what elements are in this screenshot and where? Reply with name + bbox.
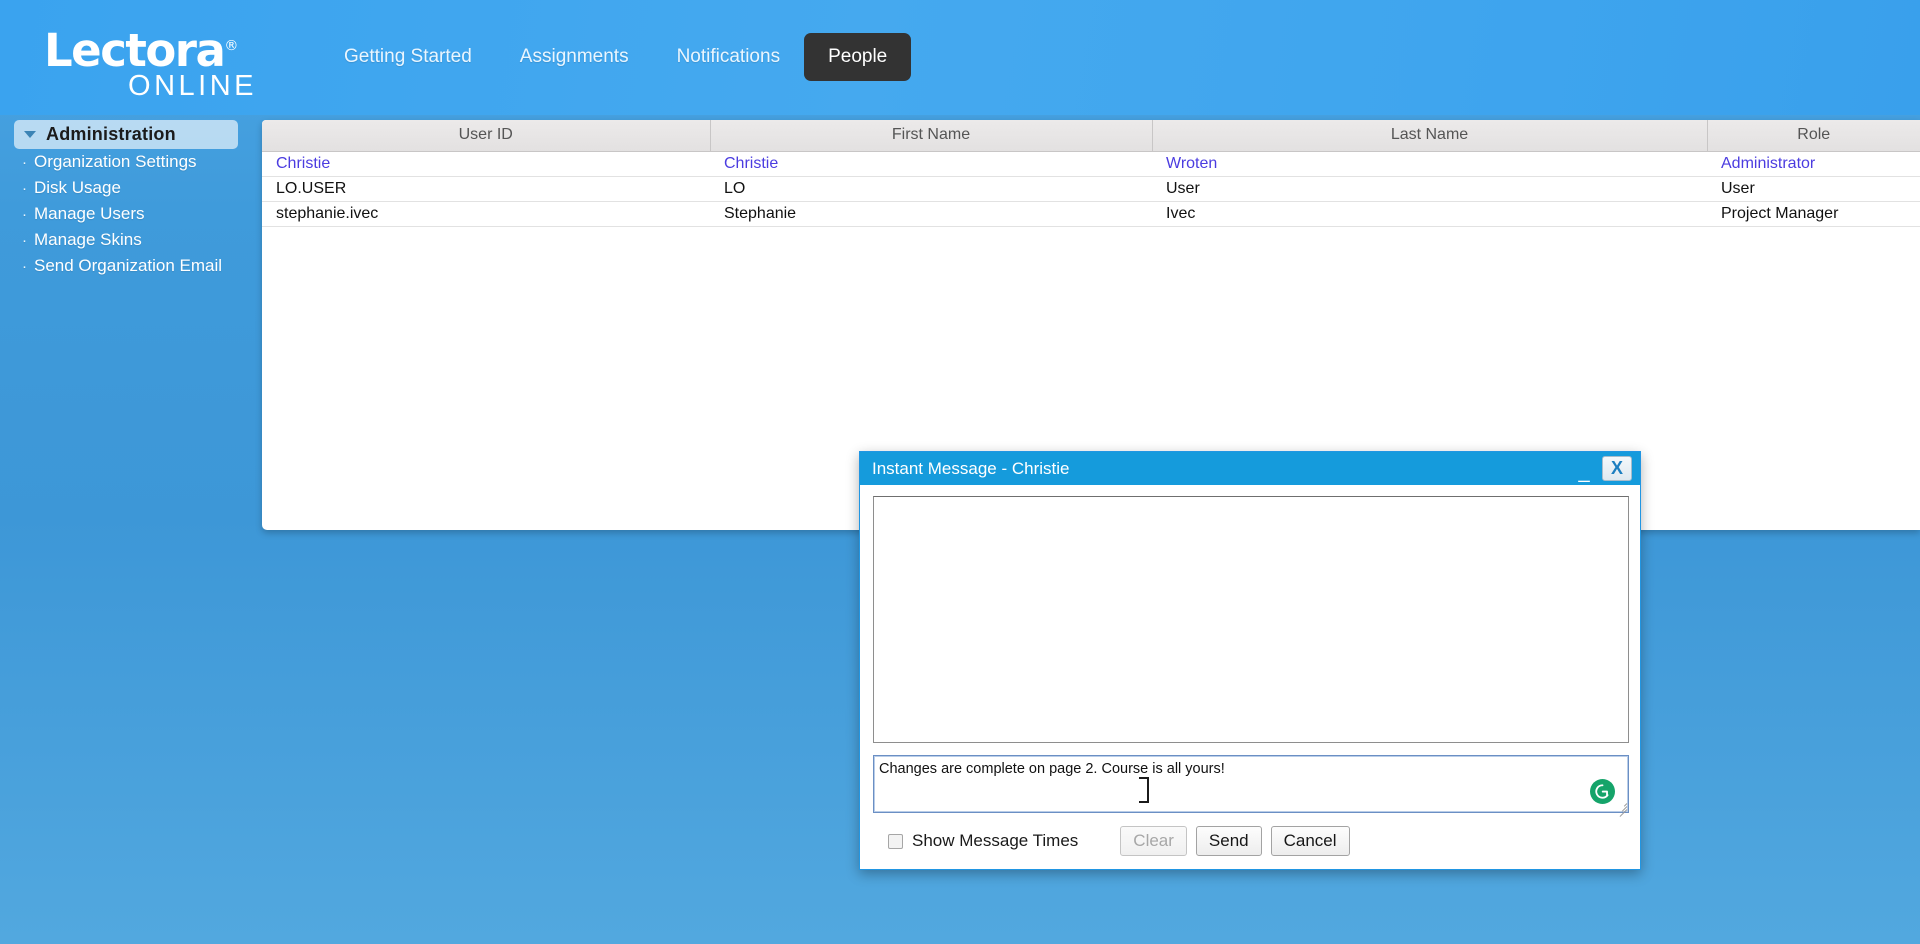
dialog-body: Show Message Times Clear Send Cancel: [860, 485, 1640, 856]
checkbox-label: Show Message Times: [912, 831, 1079, 850]
cell-last-name[interactable]: User: [1152, 176, 1707, 202]
cell-last-name[interactable]: Wroten: [1152, 151, 1707, 177]
nav-tab-notifications[interactable]: Notifications: [653, 33, 805, 81]
resize-grip-icon[interactable]: [1615, 800, 1628, 817]
bullet-icon: ·: [22, 258, 27, 275]
app-root: Lectora® ONLINE Getting Started Assignme…: [0, 0, 1920, 944]
message-input[interactable]: [873, 755, 1629, 813]
send-button[interactable]: Send: [1195, 826, 1262, 856]
sidebar-section-administration[interactable]: Administration: [14, 120, 238, 149]
top-header: Lectora® ONLINE Getting Started Assignme…: [0, 0, 1920, 115]
sidebar-item-manage-skins[interactable]: · Manage Skins: [0, 227, 250, 253]
checkbox-box-icon[interactable]: [888, 833, 903, 849]
sidebar-item-label: Organization Settings: [34, 152, 197, 171]
table-row[interactable]: stephanie.ivec Stephanie Ivec Project Ma…: [262, 201, 1920, 227]
bullet-icon: ·: [22, 232, 27, 249]
cell-user-id[interactable]: stephanie.ivec: [262, 201, 710, 227]
main-navigation: Getting Started Assignments Notification…: [320, 33, 912, 81]
cell-user-id[interactable]: Christie: [262, 151, 710, 177]
table-row[interactable]: Christie Christie Wroten Administrator: [262, 151, 1920, 177]
cell-first-name[interactable]: LO: [710, 176, 1152, 202]
column-header-first-name[interactable]: First Name: [710, 120, 1153, 152]
grammarly-icon[interactable]: [1590, 779, 1615, 804]
bullet-icon: ·: [22, 154, 27, 171]
table-header-row: User ID First Name Last Name Role: [262, 120, 1920, 152]
cell-role[interactable]: Project Manager: [1707, 201, 1920, 227]
lectora-online-logo: Lectora® ONLINE: [44, 24, 259, 101]
compose-area: [873, 755, 1629, 817]
close-icon[interactable]: X: [1602, 456, 1632, 481]
bullet-icon: ·: [22, 206, 27, 223]
cell-role[interactable]: Administrator: [1707, 151, 1920, 177]
dialog-titlebar[interactable]: Instant Message - Christie _ X: [860, 452, 1640, 485]
sidebar: Administration · Organization Settings ·…: [0, 120, 250, 279]
logo-wordmark: Lectora®: [44, 24, 259, 73]
people-table: User ID First Name Last Name Role Christ…: [262, 120, 1920, 227]
sidebar-item-label: Manage Skins: [34, 230, 142, 249]
sidebar-item-send-organization-email[interactable]: · Send Organization Email: [0, 253, 250, 279]
table-header: User ID First Name Last Name Role: [262, 120, 1920, 152]
dialog-button-group: Clear Send Cancel: [1120, 826, 1350, 856]
sidebar-item-manage-users[interactable]: · Manage Users: [0, 201, 250, 227]
cell-last-name[interactable]: Ivec: [1152, 201, 1707, 227]
nav-tab-people[interactable]: People: [804, 33, 912, 81]
column-header-role[interactable]: Role: [1707, 120, 1920, 152]
nav-tab-getting-started[interactable]: Getting Started: [320, 33, 496, 81]
sidebar-item-organization-settings[interactable]: · Organization Settings: [0, 149, 250, 175]
cell-role[interactable]: User: [1707, 176, 1920, 202]
sidebar-item-label: Manage Users: [34, 204, 145, 223]
sidebar-item-label: Send Organization Email: [34, 256, 223, 275]
sidebar-item-disk-usage[interactable]: · Disk Usage: [0, 175, 250, 201]
cell-user-id[interactable]: LO.USER: [262, 176, 710, 202]
logo-registered-mark: ®: [224, 38, 239, 54]
cancel-button[interactable]: Cancel: [1270, 826, 1350, 856]
dialog-footer: Show Message Times Clear Send Cancel: [873, 813, 1627, 856]
message-transcript[interactable]: [873, 496, 1629, 743]
nav-tab-assignments[interactable]: Assignments: [496, 33, 653, 81]
bullet-icon: ·: [22, 180, 27, 197]
cell-first-name[interactable]: Christie: [710, 151, 1152, 177]
sidebar-section-label: Administration: [46, 124, 176, 144]
column-header-user-id[interactable]: User ID: [262, 120, 711, 152]
logo-main-text: Lectora: [44, 24, 226, 77]
instant-message-dialog: Instant Message - Christie _ X Changes a…: [859, 451, 1641, 870]
chevron-down-icon: [24, 131, 36, 138]
table-body: Christie Christie Wroten Administrator L…: [262, 151, 1920, 227]
dialog-title: Instant Message - Christie: [872, 458, 1070, 478]
table-row[interactable]: LO.USER LO User User: [262, 176, 1920, 202]
column-header-last-name[interactable]: Last Name: [1152, 120, 1708, 152]
clear-button[interactable]: Clear: [1120, 826, 1187, 856]
cell-first-name[interactable]: Stephanie: [710, 201, 1152, 227]
minimize-icon[interactable]: _: [1571, 457, 1597, 482]
show-message-times-checkbox[interactable]: Show Message Times: [888, 831, 1078, 851]
sidebar-item-label: Disk Usage: [34, 178, 121, 197]
